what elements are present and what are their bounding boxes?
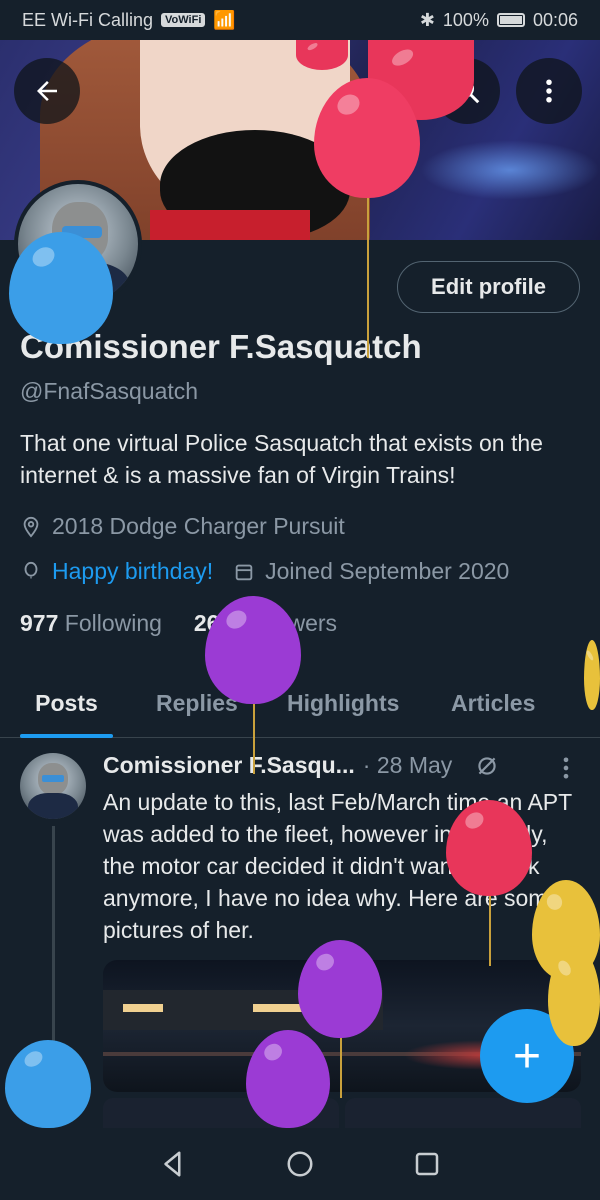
more-button[interactable] xyxy=(516,58,582,124)
balloon xyxy=(205,596,301,774)
banner-lights xyxy=(420,140,600,200)
balloon-icon xyxy=(24,561,38,578)
signal-icon: 📶 xyxy=(213,9,236,30)
balloon xyxy=(5,1040,91,1128)
following-count: 977 xyxy=(20,610,59,636)
status-bar-left: EE Wi-Fi Calling VoWiFi 📶 xyxy=(22,10,236,31)
back-triangle-icon[interactable] xyxy=(158,1149,188,1179)
balloon xyxy=(314,78,420,358)
profile-location: 2018 Dodge Charger Pursuit xyxy=(52,513,345,539)
carrier-label: EE Wi-Fi Calling xyxy=(22,9,154,30)
post-author[interactable]: Comissioner F.Sasqu... xyxy=(103,752,355,779)
post-avatar[interactable] xyxy=(20,753,86,819)
profile-location-row: 2018 Dodge Charger Pursuit xyxy=(20,513,345,540)
following-label: Following xyxy=(64,610,162,636)
status-bar: EE Wi-Fi Calling VoWiFi 📶 ✱ 100% 00:06 xyxy=(0,0,600,40)
clock: 00:06 xyxy=(532,9,578,30)
vowifi-badge: VoWiFi xyxy=(161,13,206,27)
arrow-left-icon xyxy=(37,81,57,101)
post-avatar-glasses xyxy=(42,775,64,782)
following-link[interactable]: 977 Following xyxy=(20,610,162,636)
more-vertical-icon xyxy=(546,79,552,103)
grok-icon[interactable] xyxy=(474,753,500,779)
balloon xyxy=(246,1030,330,1128)
media-window xyxy=(123,1004,163,1012)
status-bar-right: ✱ 100% 00:06 xyxy=(420,10,578,31)
edit-profile-button[interactable]: Edit profile xyxy=(397,261,580,313)
balloon xyxy=(298,940,382,1098)
recents-square-icon[interactable] xyxy=(412,1149,442,1179)
birthday-link[interactable]: Happy birthday! xyxy=(52,558,213,585)
battery-percent: 100% xyxy=(442,9,489,30)
tab-posts[interactable]: Posts xyxy=(20,668,113,738)
post-header: Comissioner F.Sasqu... · 28 May xyxy=(103,752,500,779)
tab-highlights[interactable]: Highlights xyxy=(287,668,399,738)
home-circle-icon[interactable] xyxy=(285,1149,315,1179)
post-avatar-body xyxy=(28,793,78,819)
balloon xyxy=(9,232,113,344)
post-date[interactable]: · 28 May xyxy=(363,752,452,779)
calendar-icon xyxy=(235,564,253,580)
balloon xyxy=(446,800,532,966)
banner-collar xyxy=(150,210,310,240)
balloon xyxy=(296,40,348,70)
post-more-icon[interactable] xyxy=(556,754,576,782)
back-button[interactable] xyxy=(14,58,80,124)
tab-articles[interactable]: Articles xyxy=(451,668,535,738)
profile-handle: @FnafSasquatch xyxy=(20,378,199,404)
system-nav-bar xyxy=(0,1128,600,1200)
balloon xyxy=(584,640,600,710)
location-pin-icon xyxy=(23,516,39,538)
joined-date: Joined September 2020 xyxy=(265,558,510,584)
profile-bio: That one virtual Police Sasquatch that e… xyxy=(20,430,543,488)
bluetooth-icon: ✱ xyxy=(419,9,435,30)
profile-dates-row: Happy birthday! Joined September 2020 xyxy=(20,558,509,585)
balloon xyxy=(548,946,600,1046)
battery-icon xyxy=(496,13,525,27)
